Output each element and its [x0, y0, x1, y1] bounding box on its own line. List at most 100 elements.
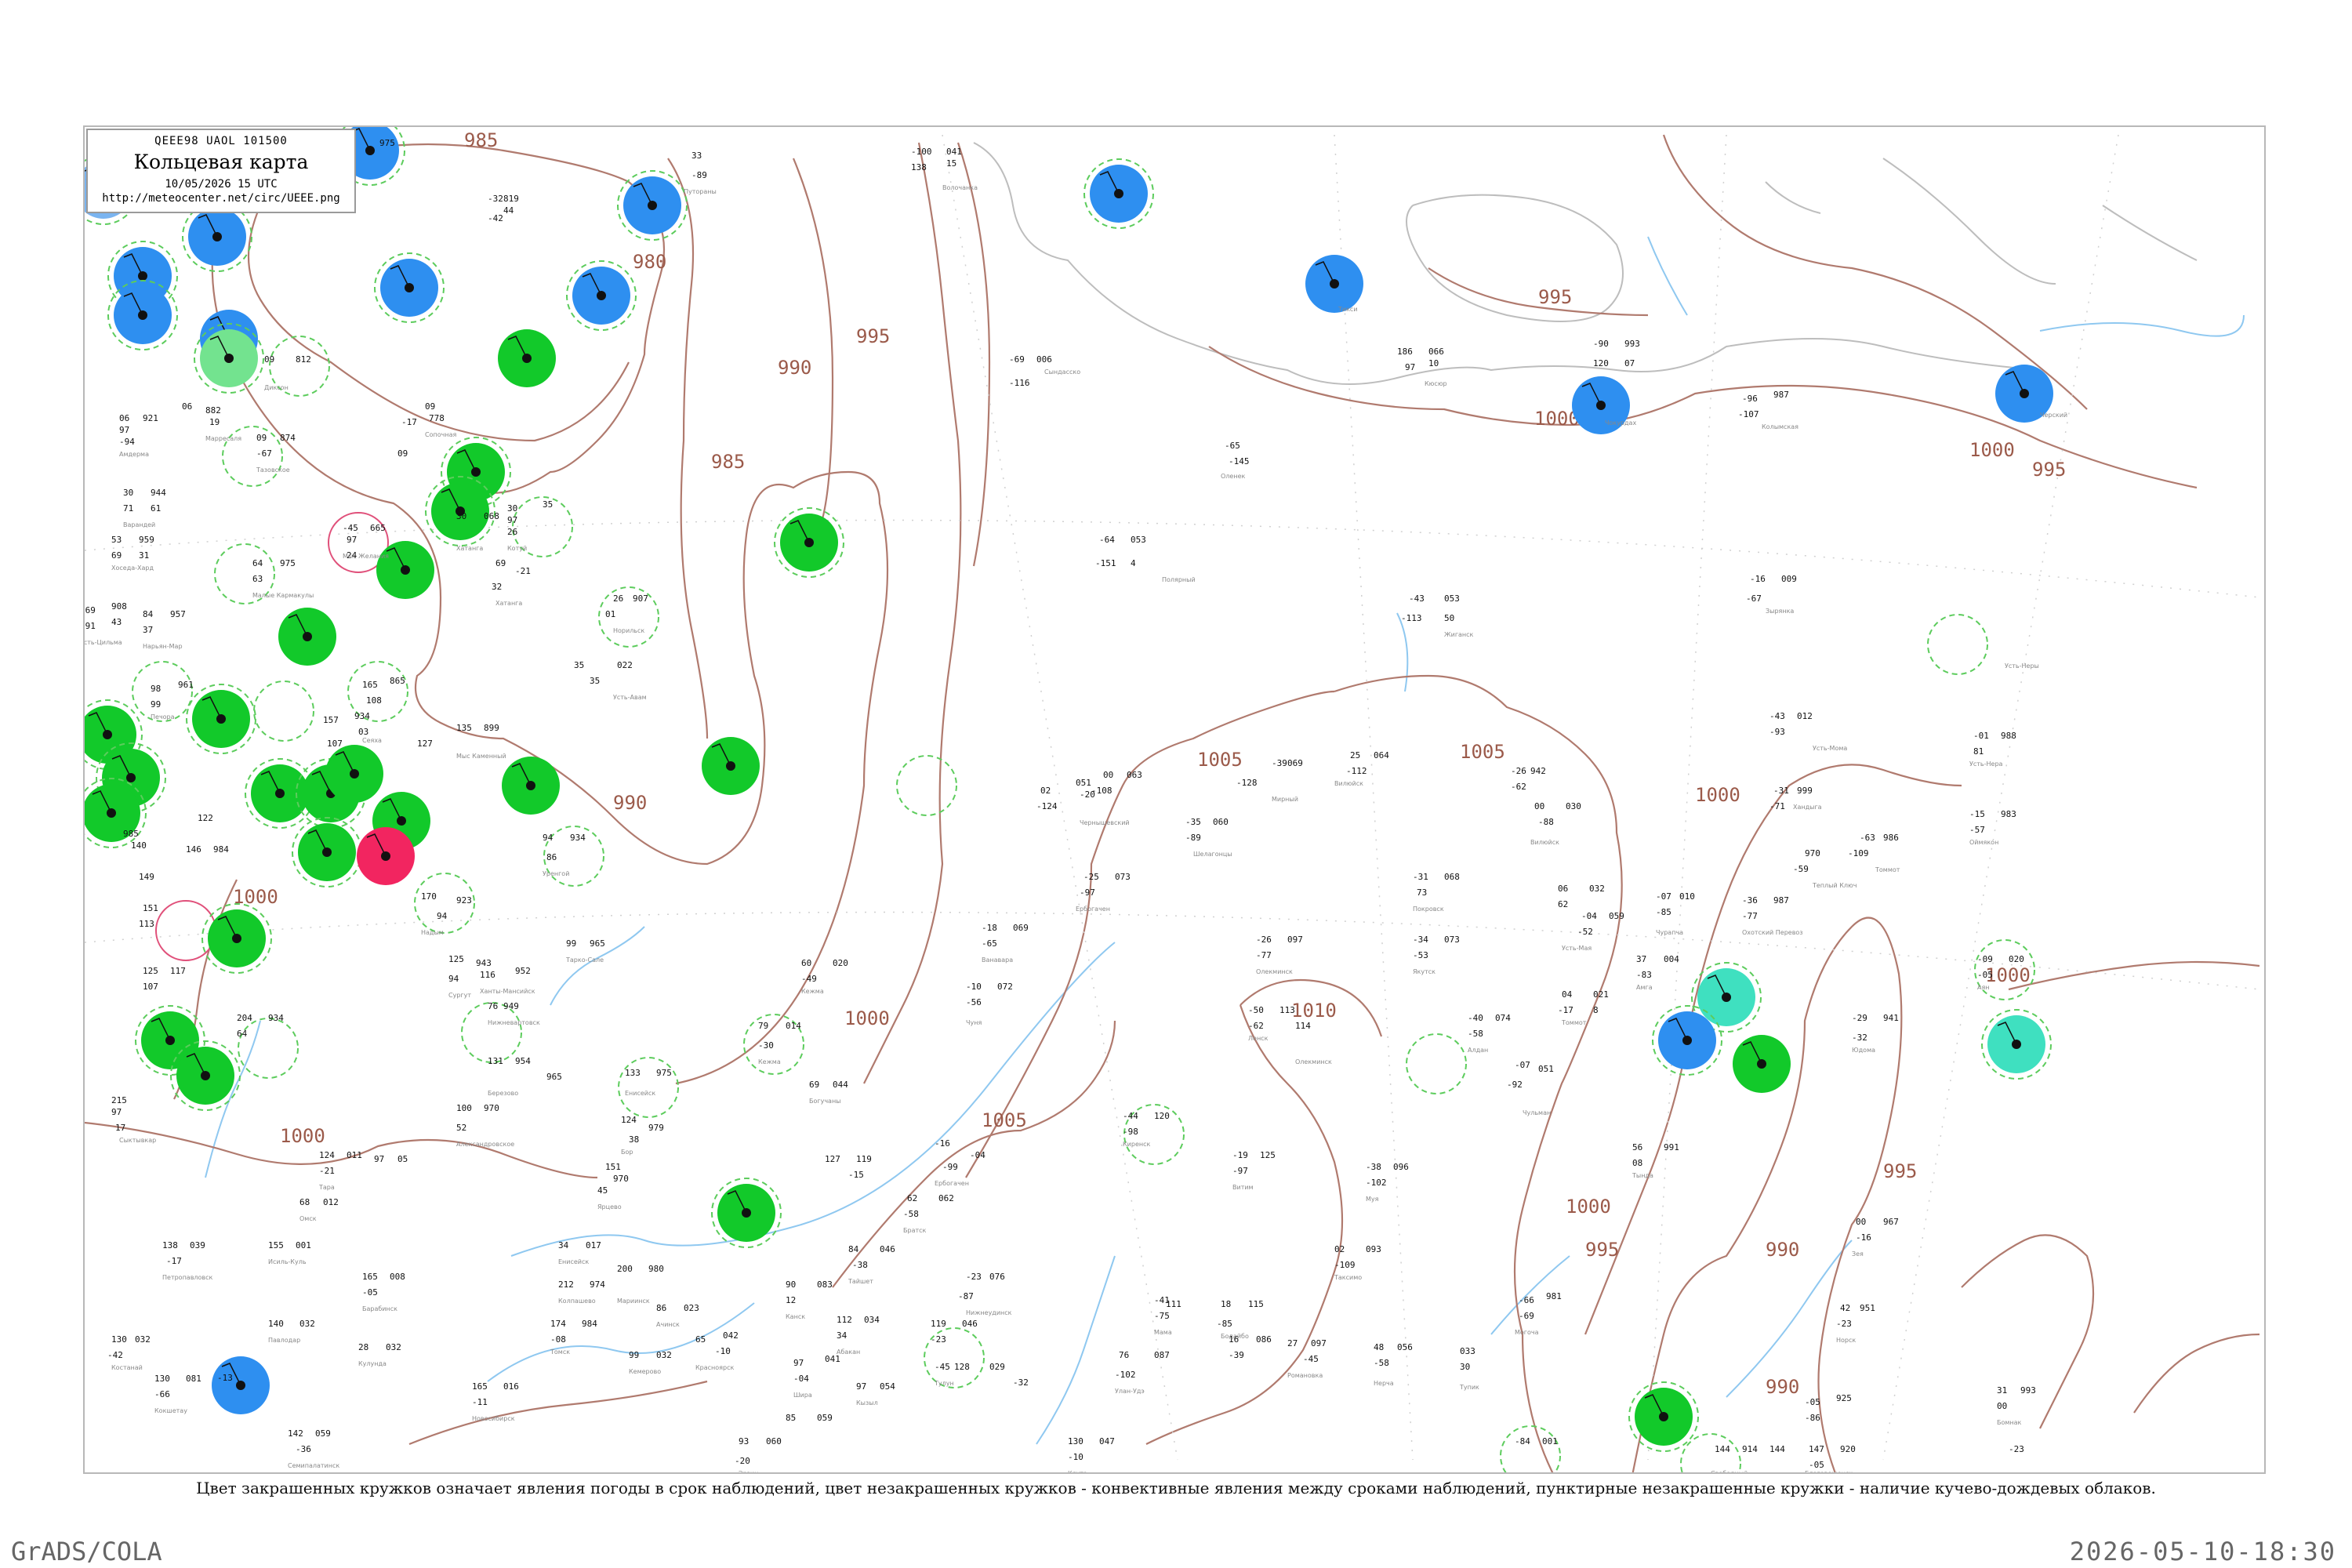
svg-text:030: 030: [1566, 801, 1581, 811]
svg-text:Витим: Витим: [1232, 1184, 1254, 1191]
station-marker[interactable]: [1083, 158, 1154, 229]
station-marker[interactable]: [376, 541, 434, 599]
svg-text:017: 017: [586, 1240, 601, 1250]
svg-text:-65: -65: [982, 938, 997, 949]
svg-text:-87: -87: [958, 1291, 974, 1301]
svg-text:020: 020: [2009, 954, 2024, 964]
svg-text:Бор: Бор: [621, 1149, 633, 1156]
station-marker[interactable]: [186, 684, 256, 754]
svg-text:081: 081: [186, 1374, 201, 1384]
map-source-url[interactable]: http://meteocenter.net/circ/UEEE.png: [88, 192, 354, 205]
station-marker[interactable]: [1652, 1005, 1722, 1076]
svg-text:Нерча: Нерча: [1374, 1380, 1394, 1387]
svg-text:Юдома: Юдома: [1852, 1047, 1875, 1054]
station-marker[interactable]: [1305, 255, 1363, 313]
svg-text:983: 983: [2001, 809, 2016, 819]
svg-text:8: 8: [1593, 1005, 1599, 1015]
svg-text:138: 138: [162, 1240, 178, 1250]
svg-text:-84: -84: [1515, 1436, 1530, 1446]
svg-text:970: 970: [484, 1103, 499, 1113]
station-marker[interactable]: [774, 507, 844, 578]
svg-text:-53: -53: [1413, 950, 1428, 960]
svg-text:046: 046: [962, 1319, 978, 1329]
station-marker[interactable]: [357, 827, 415, 885]
svg-text:Кемерово: Кемерово: [629, 1368, 661, 1375]
station-marker[interactable]: [1733, 1035, 1791, 1093]
station-marker[interactable]: [374, 252, 445, 323]
station-marker[interactable]: [278, 608, 336, 666]
svg-text:133: 133: [625, 1068, 641, 1078]
svg-text:81: 81: [1973, 746, 1984, 757]
svg-text:37: 37: [1636, 954, 1646, 964]
station-marker[interactable]: [711, 1178, 782, 1248]
svg-text:Зырянка: Зырянка: [1766, 608, 1794, 615]
station-marker[interactable]: -13: [212, 1356, 270, 1414]
svg-text:113: 113: [1279, 1005, 1295, 1015]
svg-text:125: 125: [143, 966, 158, 976]
station-marker[interactable]: [498, 329, 556, 387]
svg-text:Амдерма: Амдерма: [119, 451, 149, 458]
station-marker[interactable]: [292, 817, 362, 887]
svg-text:28: 28: [358, 1342, 368, 1352]
station-marker[interactable]: [566, 260, 637, 331]
svg-text:-96: -96: [1742, 394, 1758, 404]
svg-text:044: 044: [833, 1080, 848, 1090]
svg-text:-45: -45: [343, 523, 358, 533]
svg-text:Вилюйск: Вилюйск: [1530, 839, 1559, 846]
svg-text:119: 119: [856, 1154, 872, 1164]
svg-text:-66: -66: [1519, 1295, 1534, 1305]
station-open-circle: [253, 681, 314, 742]
map-canvas: 9859809859909959901000100510051010100510…: [85, 127, 2260, 1474]
svg-text:04: 04: [1562, 989, 1573, 1000]
svg-text:Абакан: Абакан: [837, 1348, 860, 1356]
svg-text:-34: -34: [1413, 935, 1428, 945]
svg-text:Ербогачен: Ербогачен: [1076, 906, 1110, 913]
svg-text:-19: -19: [1232, 1150, 1248, 1160]
svg-text:Усть-Мая: Усть-Мая: [1562, 945, 1592, 952]
isobar-label: 995: [2032, 459, 2066, 481]
svg-text:127: 127: [417, 739, 433, 749]
rivers-layer: [205, 236, 2245, 1445]
svg-text:993: 993: [1624, 339, 1640, 349]
svg-text:19: 19: [209, 417, 220, 427]
svg-text:Олекминск: Олекминск: [1295, 1058, 1332, 1065]
station-open-circle: [132, 661, 193, 722]
svg-text:Киренск: Киренск: [1123, 1141, 1151, 1148]
svg-text:Эрзин: Эрзин: [739, 1470, 758, 1474]
svg-text:Нарьян-Мар: Нарьян-Мар: [143, 643, 183, 650]
svg-text:021: 021: [1593, 989, 1609, 1000]
station-marker[interactable]: [502, 757, 560, 815]
station-open-circle: [155, 900, 216, 961]
svg-text:899: 899: [484, 723, 499, 733]
station-marker[interactable]: [107, 280, 178, 350]
svg-text:-52: -52: [1577, 927, 1593, 937]
svg-text:093: 093: [1366, 1244, 1381, 1254]
svg-text:64: 64: [237, 1029, 248, 1039]
svg-text:165: 165: [362, 680, 378, 690]
svg-text:934: 934: [268, 1013, 284, 1023]
svg-text:34: 34: [837, 1330, 848, 1341]
station-marker[interactable]: [201, 903, 272, 974]
svg-text:-01: -01: [1973, 731, 1989, 741]
svg-text:-58: -58: [1468, 1029, 1483, 1039]
svg-text:Диксон: Диксон: [264, 384, 289, 391]
svg-text:99: 99: [629, 1350, 639, 1360]
svg-text:00: 00: [1856, 1217, 1866, 1227]
svg-text:Сыктывкар: Сыктывкар: [119, 1137, 156, 1144]
svg-text:985: 985: [123, 829, 139, 839]
svg-text:-15: -15: [848, 1170, 864, 1180]
station-marker[interactable]: [325, 745, 383, 803]
svg-text:020: 020: [833, 958, 848, 968]
svg-text:073: 073: [1444, 935, 1460, 945]
station-marker[interactable]: [1981, 1009, 2052, 1080]
svg-text:12: 12: [786, 1295, 796, 1305]
svg-text:119: 119: [931, 1319, 946, 1329]
station-marker[interactable]: [194, 323, 264, 394]
svg-text:30: 30: [123, 488, 133, 498]
station-marker[interactable]: [702, 737, 760, 795]
svg-text:30: 30: [1460, 1362, 1470, 1372]
station-marker[interactable]: [617, 170, 688, 241]
svg-text:-05: -05: [362, 1287, 378, 1298]
svg-text:981: 981: [1546, 1291, 1562, 1301]
svg-text:-26: -26: [1511, 766, 1526, 776]
